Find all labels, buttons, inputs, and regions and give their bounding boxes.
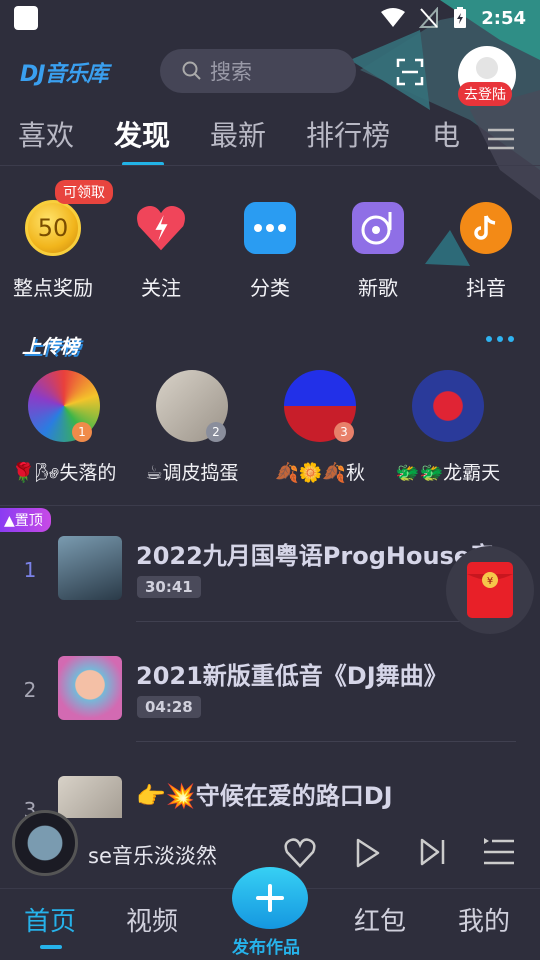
rank-badge: 2 <box>206 422 226 442</box>
song-title: 2021新版重低音《DJ舞曲》 <box>136 662 448 690</box>
uploader-item[interactable]: 1 🌹🌬失落的 <box>0 370 134 485</box>
uploader-name: ☕调皮捣蛋 <box>145 462 239 484</box>
nav-redpacket[interactable]: 红包 <box>354 901 406 938</box>
heart-bolt-icon <box>135 202 187 254</box>
publish-label[interactable]: 发布作品 <box>232 933 300 958</box>
vinyl-icon <box>352 202 404 254</box>
next-icon[interactable] <box>420 838 446 866</box>
quick-item-label: 分类 <box>250 276 290 300</box>
quick-item-label: 抖音 <box>466 276 506 300</box>
tab-like[interactable]: 喜欢 <box>18 114 74 154</box>
no-signal-icon <box>419 7 439 28</box>
top-header: DJ音乐库 搜索 去登陆 <box>0 44 540 106</box>
battery-icon <box>454 7 467 28</box>
playlist-icon[interactable] <box>484 838 514 866</box>
nav-mine[interactable]: 我的 <box>458 901 510 938</box>
upload-board-title: 上传榜 <box>22 336 80 358</box>
app-logo: DJ音乐库 <box>20 62 108 87</box>
app-notification-icon <box>14 6 38 30</box>
tiktok-icon <box>460 202 512 254</box>
bottom-navigation: 首页 视频 发布作品 红包 我的 <box>0 867 540 960</box>
section-divider <box>0 505 540 506</box>
uploader-list: 1 🌹🌬失落的 2 ☕调皮捣蛋 3 🍂🌼🍂秋 🐲🐲龙霸天 <box>0 370 540 490</box>
login-avatar-button[interactable]: 去登陆 <box>458 46 518 106</box>
heart-icon[interactable] <box>284 838 316 868</box>
search-input[interactable]: 搜索 <box>160 49 356 93</box>
coin-icon: 50 <box>25 200 81 256</box>
song-rank: 2 <box>23 678 37 702</box>
more-dots-icon[interactable] <box>486 336 514 342</box>
status-bar: 2:54 <box>0 0 540 36</box>
plus-icon <box>256 884 284 912</box>
quick-item-label: 新歌 <box>358 276 398 300</box>
uploader-item[interactable]: 3 🍂🌼🍂秋 <box>250 370 390 485</box>
quick-item-newsong[interactable]: 新歌 <box>333 198 423 301</box>
uploader-name: 🌹🌬失落的 <box>11 462 117 484</box>
active-nav-indicator <box>40 945 62 949</box>
uploader-item[interactable]: 2 ☕调皮捣蛋 <box>122 370 262 485</box>
clock-time: 2:54 <box>481 7 526 29</box>
uploader-avatar <box>412 370 484 442</box>
song-rank: 1 <box>23 558 37 582</box>
uploader-item[interactable]: 🐲🐲龙霸天 <box>378 370 518 485</box>
rank-badge: 3 <box>334 422 354 442</box>
tab-latest[interactable]: 最新 <box>210 114 266 154</box>
claim-badge: 可领取 <box>55 180 113 204</box>
quick-item-label: 关注 <box>141 276 181 300</box>
player-song-title: se音乐淡淡然 <box>88 844 217 868</box>
search-placeholder: 搜索 <box>210 60 252 84</box>
song-cover <box>58 536 122 600</box>
tabs-divider <box>0 165 540 166</box>
wifi-icon <box>381 8 406 27</box>
tab-ranking[interactable]: 排行榜 <box>306 114 390 154</box>
play-icon[interactable] <box>356 838 380 868</box>
uploader-name: 🍂🌼🍂秋 <box>275 462 365 484</box>
quick-item-douyin[interactable]: 抖音 <box>441 198 531 301</box>
quick-item-follow[interactable]: 关注 <box>116 198 206 301</box>
login-badge: 去登陆 <box>458 82 512 106</box>
dots-icon <box>244 202 296 254</box>
quick-entries: 50 可领取 整点奖励 关注 分类 新歌 抖音 <box>0 180 540 308</box>
nav-video[interactable]: 视频 <box>126 901 178 938</box>
player-disc[interactable] <box>12 810 78 876</box>
category-tabs: 喜欢 发现 最新 排行榜 电 <box>0 114 540 166</box>
row-divider <box>136 741 516 742</box>
search-icon <box>182 61 201 80</box>
song-duration: 04:28 <box>137 696 201 718</box>
scan-icon[interactable] <box>396 58 424 86</box>
uploader-name: 🐲🐲龙霸天 <box>395 462 501 484</box>
quick-item-category[interactable]: 分类 <box>225 198 315 301</box>
menu-icon[interactable] <box>488 128 514 150</box>
tab-electric[interactable]: 电 <box>432 114 460 154</box>
song-title: 👉💥守候在爱的路口DJ <box>136 782 393 810</box>
app-screen: 2:54 DJ音乐库 搜索 去登陆 喜欢 发现 最新 排行榜 电 50 可领取 … <box>0 0 540 960</box>
red-envelope-icon: ¥ <box>467 562 513 618</box>
tab-discover[interactable]: 发现 <box>114 114 170 154</box>
svg-text:¥: ¥ <box>487 576 493 587</box>
red-packet-float-button[interactable]: ¥ <box>446 546 534 634</box>
quick-item-reward[interactable]: 50 可领取 整点奖励 <box>8 180 113 301</box>
rank-badge: 1 <box>72 422 92 442</box>
nav-home[interactable]: 首页 <box>24 901 76 938</box>
song-duration: 30:41 <box>137 576 201 598</box>
song-row[interactable]: 2 2021新版重低音《DJ舞曲》 04:28 <box>0 632 540 742</box>
publish-button[interactable] <box>232 867 308 929</box>
quick-item-label: 整点奖励 <box>13 276 93 300</box>
song-cover <box>58 656 122 720</box>
